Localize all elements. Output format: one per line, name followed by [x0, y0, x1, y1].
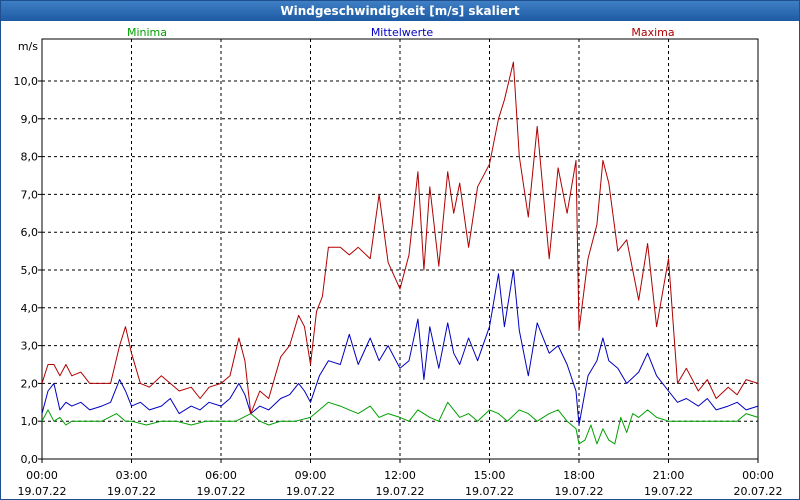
y-tick-label: 7,0 — [21, 188, 39, 201]
x-tick-time: 00:00 — [26, 469, 58, 482]
x-tick-date: 19.07.22 — [376, 485, 425, 498]
legend-mean: Mittelwerte — [371, 26, 434, 39]
y-tick-label: 5,0 — [21, 264, 39, 277]
label-layer: 0,0 1,0 2,0 3,0 4,0 5,0 6,0 7,0 8,0 9,0 10,0 m/s 00:… — [14, 26, 783, 498]
x-tick-date: 19.07.22 — [107, 485, 156, 498]
y-tick-label: 6,0 — [21, 226, 39, 239]
x-tick-time: 12:00 — [384, 469, 416, 482]
x-tick-date: 19.07.22 — [286, 485, 335, 498]
x-tick-time: 09:00 — [295, 469, 327, 482]
x-tick-time: 00:00 — [742, 469, 774, 482]
chart-svg: 0,0 1,0 2,0 3,0 4,0 5,0 6,0 7,0 8,0 9,0 10,0 m/s 00:… — [14, 26, 783, 498]
chart-title: Windgeschwindigkeit [m/s] skaliert — [1, 1, 799, 21]
y-tick-label: 8,0 — [21, 151, 39, 164]
y-tick-label: 1,0 — [21, 415, 39, 428]
y-tick-label: 2,0 — [21, 377, 39, 390]
x-tick-time: 03:00 — [116, 469, 148, 482]
legend-max: Maxima — [631, 26, 674, 39]
y-tick-label: 0,0 — [21, 453, 39, 466]
x-tick-date: 19.07.22 — [644, 485, 693, 498]
x-tick-time: 21:00 — [653, 469, 685, 482]
x-tick-time: 15:00 — [474, 469, 506, 482]
y-tick-label: 4,0 — [21, 302, 39, 315]
x-tick-date: 19.07.22 — [555, 485, 604, 498]
y-tick-label: 10,0 — [14, 75, 39, 88]
x-tick-date: 19.07.22 — [465, 485, 514, 498]
y-tick-label: 3,0 — [21, 340, 39, 353]
chart-window: Windgeschwindigkeit [m/s] skaliert 0,0 1,… — [0, 0, 800, 500]
y-tick-label: 9,0 — [21, 113, 39, 126]
x-tick-date: 20.07.22 — [734, 485, 783, 498]
x-tick-time: 06:00 — [205, 469, 237, 482]
x-tick-date: 19.07.22 — [18, 485, 67, 498]
legend-min: Minima — [127, 26, 167, 39]
x-tick-time: 18:00 — [563, 469, 595, 482]
grid-layer — [38, 38, 759, 463]
x-tick-date: 19.07.22 — [197, 485, 246, 498]
y-axis-label: m/s — [18, 40, 38, 53]
